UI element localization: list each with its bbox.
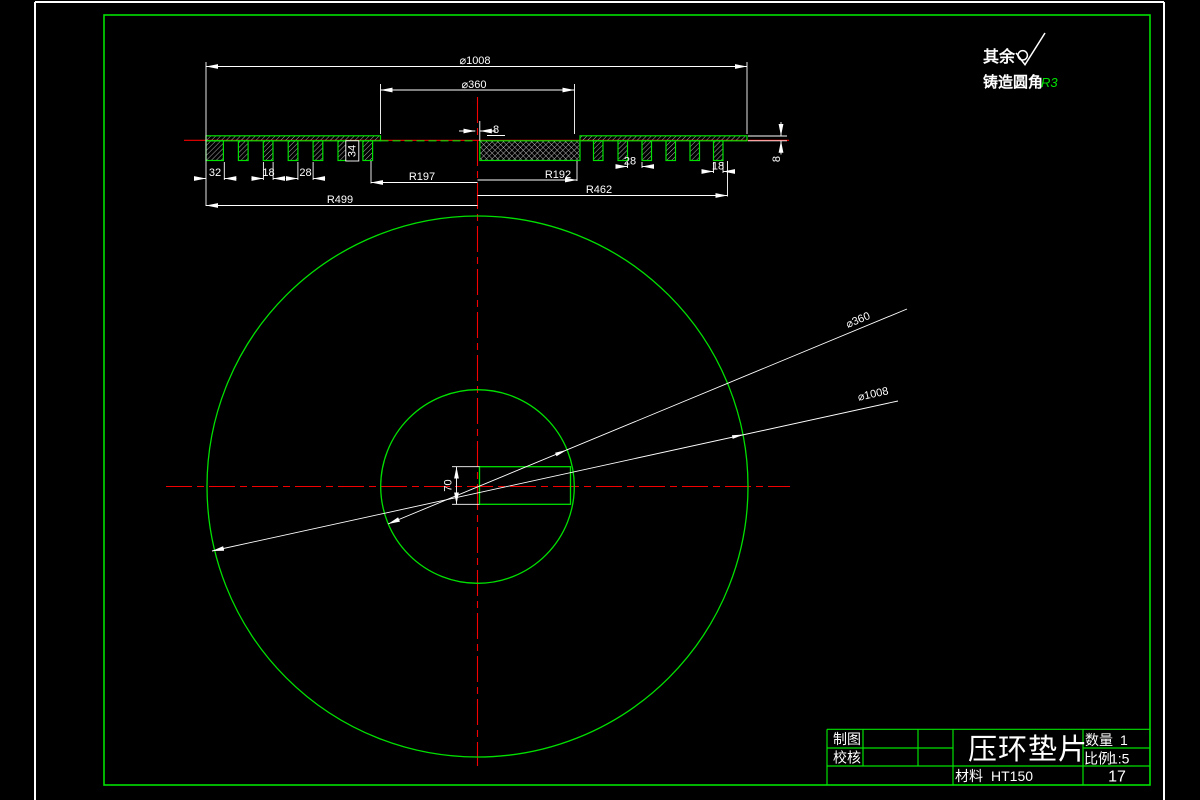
section-hub-block (479, 140, 581, 162)
tb-scale-value: 1:5 (1110, 751, 1130, 767)
dim-text-d1008: ⌀1008 (459, 55, 490, 67)
dim-text-h34: 34 (347, 145, 359, 157)
keyway-slot (478, 466, 572, 505)
tooth (237, 140, 249, 162)
dim-text-w28-left: 28 (299, 167, 311, 179)
tooth (641, 140, 653, 162)
leader-d1008 (211, 400, 899, 552)
tb-material-value: HT150 (991, 768, 1033, 784)
dim-text-r197: R197 (409, 171, 435, 183)
tooth (287, 140, 299, 162)
title-block: 制图 校核 压环垫片 数量 1 比例 1:5 材料 HT150 17 (826, 728, 1150, 786)
tb-qty-value: 1 (1120, 732, 1128, 748)
tb-sheet-no: 17 (1108, 769, 1126, 786)
roughness-circle (1017, 49, 1029, 61)
cad-canvas: ⌀1008 ⌀360 8 R197 R192 R462 R499 32 18 2… (34, 1, 1165, 800)
tooth (362, 140, 374, 162)
tb-drawn-label: 制图 (833, 731, 861, 747)
leader-d1008-arrow (731, 434, 744, 439)
dim-text-keyway70: 70 (443, 479, 455, 491)
tb-part-name: 压环垫片 (968, 733, 1088, 766)
cast-fillet-label: 铸造圆角 (983, 73, 1043, 91)
cad-drawing-page: ⌀1008 ⌀360 8 R197 R192 R462 R499 32 18 2… (0, 0, 1200, 800)
cast-fillet-value: R3 (1041, 75, 1058, 90)
tooth (712, 140, 724, 162)
section-left-flange (205, 135, 382, 142)
tb-qty-label: 数量 (1085, 732, 1113, 748)
dim-text-t8-right: 8 (771, 156, 783, 162)
tooth (262, 140, 274, 162)
section-view-geometry (205, 135, 748, 162)
other-surfaces-label: 其余 (983, 47, 1016, 66)
plan-view-dimensions (211, 308, 908, 552)
tooth (689, 140, 701, 162)
dim-text-r192: R192 (545, 169, 571, 181)
dim-text-slot8: 8 (493, 124, 499, 136)
tooth (665, 140, 677, 162)
tb-material-label: 材料 (955, 768, 983, 784)
tooth (312, 140, 324, 162)
tb-checked-label: 校核 (833, 750, 861, 766)
section-teeth-right (592, 140, 724, 162)
tooth (592, 140, 604, 162)
dim-text-r499: R499 (327, 194, 353, 206)
dim-text-d360: ⌀360 (462, 79, 487, 91)
dim-text-d1008-leader: ⌀1008 (857, 385, 890, 403)
dim-text-w18-left: 18 (262, 167, 274, 179)
surface-finish-note: 其余 铸造圆角 R3 (983, 32, 1058, 91)
centerlines (166, 97, 790, 766)
paper-border (34, 1, 1165, 800)
section-dimension-texts: ⌀1008 ⌀360 8 R197 R192 R462 R499 32 18 2… (209, 55, 783, 206)
dim-text-w18-right: 18 (712, 161, 724, 173)
drawing-frame (103, 14, 1151, 786)
dim-text-d360-leader: ⌀360 (844, 310, 872, 331)
dim-text-r462: R462 (586, 184, 612, 196)
tooth (205, 140, 224, 162)
surface-roughness-icon (1015, 32, 1046, 67)
leader-d360-arrow (555, 449, 567, 457)
section-right-flange (579, 135, 748, 142)
tb-scale-label: 比例 (1084, 751, 1112, 767)
section-dimensions (194, 62, 787, 208)
plan-view-dimension-texts: 70 ⌀360 ⌀1008 (443, 310, 890, 491)
dim-text-w28-right: 28 (624, 156, 636, 168)
dim-text-w32: 32 (209, 167, 221, 179)
